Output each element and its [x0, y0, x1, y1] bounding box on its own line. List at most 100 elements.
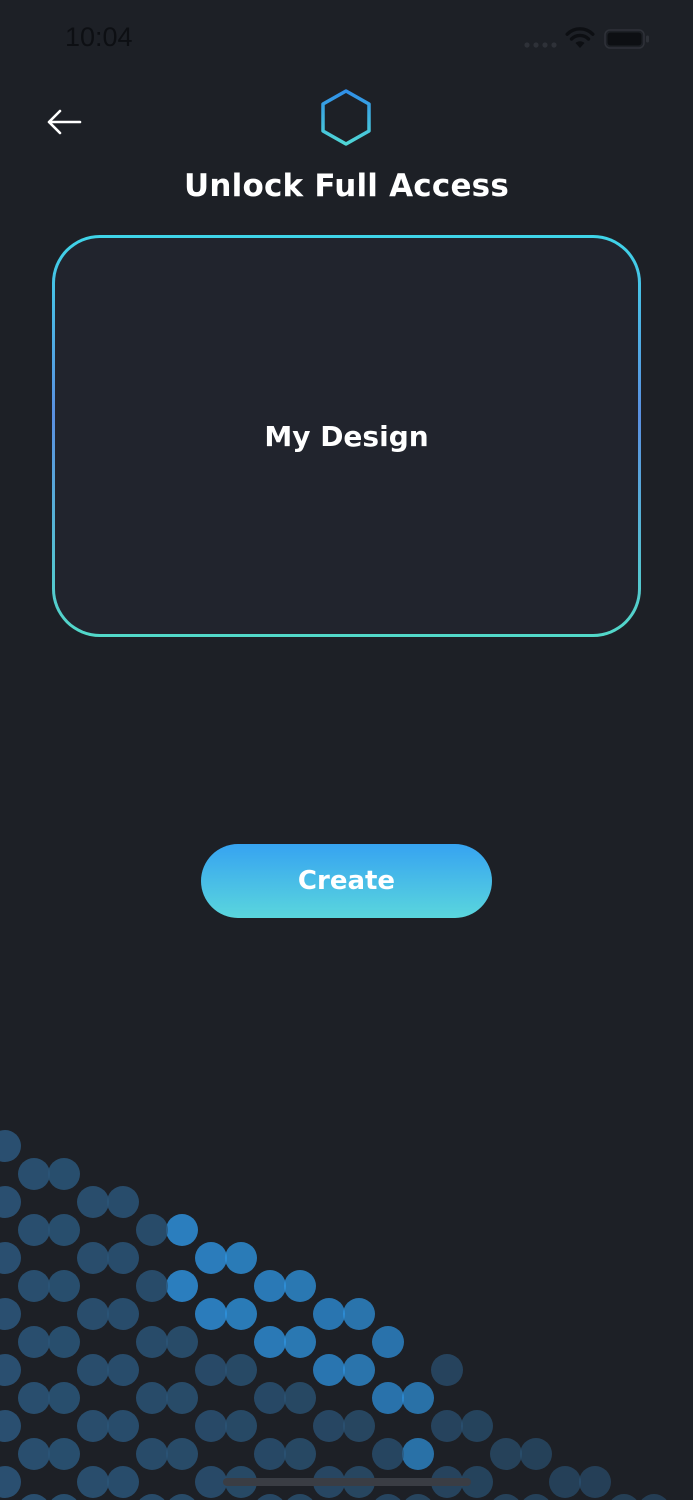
decorative-dot — [107, 1298, 139, 1330]
decorative-dot — [372, 1438, 404, 1470]
screen: 10:04 Unlock Full Access My Design Creat… — [0, 0, 693, 1500]
create-button[interactable]: Create — [201, 844, 492, 918]
back-button[interactable] — [40, 100, 88, 144]
arrow-left-icon — [47, 109, 82, 135]
decorative-dot — [372, 1326, 404, 1358]
hexagon-logo-icon — [321, 89, 371, 146]
decorative-dot — [48, 1214, 80, 1246]
decorative-dot — [166, 1438, 198, 1470]
decorative-dot — [0, 1130, 21, 1162]
page-title: Unlock Full Access — [184, 168, 509, 204]
decorative-dot — [523, 1494, 549, 1500]
decorative-dot — [0, 1298, 21, 1330]
decorative-dot — [18, 1438, 50, 1470]
decorative-dot — [402, 1382, 434, 1414]
decorative-dot — [136, 1270, 168, 1302]
decorative-dot — [166, 1270, 198, 1302]
decorative-dot — [166, 1214, 198, 1246]
decorative-dot — [18, 1382, 50, 1414]
decorative-dot — [343, 1298, 375, 1330]
decorative-dot — [375, 1494, 401, 1500]
decorative-dot — [405, 1494, 431, 1500]
decorative-dot — [490, 1438, 522, 1470]
decorative-dot — [166, 1382, 198, 1414]
decorative-dot — [107, 1242, 139, 1274]
decorative-dot — [77, 1298, 109, 1330]
decorative-dots — [0, 1130, 667, 1500]
decorative-dot — [284, 1382, 316, 1414]
decorative-dot — [169, 1494, 195, 1500]
decorative-dot — [431, 1354, 463, 1386]
decorative-dot — [48, 1158, 80, 1190]
decorative-dot — [0, 1466, 21, 1498]
decorative-dot — [284, 1326, 316, 1358]
decorative-dot — [225, 1410, 257, 1442]
decorative-dot — [225, 1242, 257, 1274]
decorative-dot — [313, 1410, 345, 1442]
decorative-dot — [313, 1298, 345, 1330]
decorative-dot — [254, 1438, 286, 1470]
decorative-dot — [107, 1186, 139, 1218]
decorative-dot — [611, 1494, 637, 1500]
decorative-dot — [48, 1382, 80, 1414]
decorative-dot — [77, 1186, 109, 1218]
decorative-dot — [77, 1242, 109, 1274]
decorative-dot — [48, 1326, 80, 1358]
decorative-dot — [136, 1326, 168, 1358]
decorative-dot — [195, 1242, 227, 1274]
decorative-dot — [461, 1410, 493, 1442]
decorative-dot — [18, 1270, 50, 1302]
decorative-dot — [254, 1382, 286, 1414]
decorative-dot — [48, 1438, 80, 1470]
decorative-dot — [107, 1466, 139, 1498]
decorative-dot — [0, 1242, 21, 1274]
decorative-dot — [18, 1158, 50, 1190]
decorative-dot — [77, 1354, 109, 1386]
wifi-icon — [565, 27, 595, 48]
design-card[interactable]: My Design — [52, 235, 641, 637]
decorative-dot — [21, 1494, 47, 1500]
decorative-dot — [51, 1494, 77, 1500]
decorative-dot — [431, 1410, 463, 1442]
decorative-dot — [77, 1466, 109, 1498]
decorative-dot — [195, 1298, 227, 1330]
decorative-dot — [0, 1354, 21, 1386]
decorative-dot — [139, 1494, 165, 1500]
decorative-dot — [493, 1494, 519, 1500]
decorative-dot — [136, 1382, 168, 1414]
decorative-dot — [402, 1438, 434, 1470]
decorative-dot — [313, 1354, 345, 1386]
decorative-dot — [107, 1410, 139, 1442]
decorative-dot — [195, 1354, 227, 1386]
decorative-dot — [254, 1270, 286, 1302]
decorative-dot — [641, 1494, 667, 1500]
decorative-dot — [343, 1410, 375, 1442]
decorative-dot — [372, 1382, 404, 1414]
decorative-dot — [225, 1298, 257, 1330]
decorative-dot — [18, 1326, 50, 1358]
signal-icon — [524, 42, 557, 48]
home-indicator — [223, 1478, 471, 1486]
decorative-dot — [225, 1354, 257, 1386]
decorative-dot — [0, 1410, 21, 1442]
decorative-dot — [136, 1438, 168, 1470]
decorative-dot — [0, 1186, 21, 1218]
decorative-dot — [107, 1354, 139, 1386]
decorative-dot — [549, 1466, 581, 1498]
decorative-dot — [195, 1410, 227, 1442]
design-card-body: My Design — [55, 238, 638, 634]
status-time: 10:04 — [65, 22, 133, 52]
decorative-dot — [18, 1214, 50, 1246]
decorative-dot — [284, 1438, 316, 1470]
decorative-dot — [136, 1214, 168, 1246]
decorative-dot — [579, 1466, 611, 1498]
decorative-dot — [520, 1438, 552, 1470]
decorative-dot — [254, 1326, 286, 1358]
decorative-dot — [166, 1326, 198, 1358]
decorative-dot — [77, 1410, 109, 1442]
decorative-dot — [287, 1494, 313, 1500]
decorative-dot — [48, 1270, 80, 1302]
battery-icon — [604, 29, 649, 49]
status-bar: 10:04 — [0, 0, 693, 80]
decorative-dot — [257, 1494, 283, 1500]
